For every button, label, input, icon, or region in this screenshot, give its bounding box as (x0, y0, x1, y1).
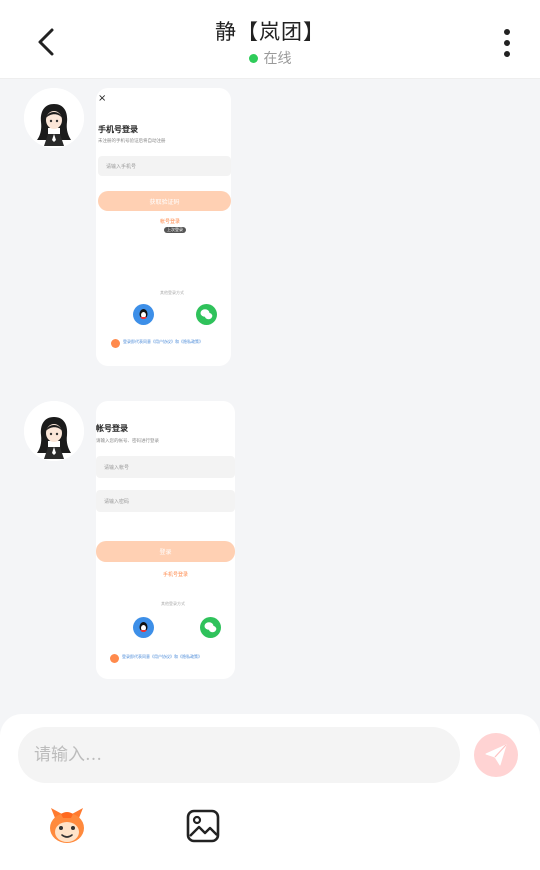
more-button[interactable] (496, 26, 518, 60)
password-input: 请输入密码 (96, 490, 235, 512)
qq-login-icon (133, 617, 154, 638)
shared-screenshot-phone-login[interactable]: × 手机号登录 未注册的手机号验证后将自动注册 请输入手机号 获取验证码 帐号登… (96, 88, 231, 366)
paper-plane-icon (485, 744, 507, 766)
agreement-text: 登录即代表同意《用户协议》和《隐私政策》 (122, 654, 202, 659)
anime-girl-avatar (24, 88, 84, 148)
account-input: 请输入帐号 (96, 456, 235, 478)
online-status: 在线 (0, 48, 540, 68)
anime-girl-avatar (24, 401, 84, 461)
login-button: 登录 (96, 541, 235, 562)
sticker-button[interactable] (47, 806, 87, 846)
sender-avatar[interactable] (24, 88, 84, 148)
more-vertical-icon (504, 29, 510, 57)
phone-input: 请输入手机号 (98, 156, 231, 176)
title-area: 静【岚团】 在线 (0, 16, 540, 68)
get-code-button: 获取验证码 (98, 191, 231, 211)
phone-login-link: 手机号登录 (163, 572, 189, 578)
send-button[interactable] (474, 733, 518, 777)
wechat-login-icon (196, 304, 217, 325)
status-text: 在线 (263, 51, 292, 67)
chat-title: 静【岚团】 (215, 20, 325, 44)
mascot-sticker-icon (50, 808, 84, 843)
login-subtitle: 请输入您的帐号、密码进行登录 (96, 439, 159, 444)
other-login-divider: 其他登录方式 (161, 601, 185, 606)
shared-screenshot-account-login[interactable]: 帐号登录 请输入您的帐号、密码进行登录 请输入帐号 请输入密码 登录 手机号登录… (96, 401, 235, 679)
account-login-link: 帐号登录 (160, 219, 181, 225)
login-heading: 手机号登录 (98, 125, 138, 134)
image-gallery-icon (186, 809, 220, 843)
image-button[interactable] (183, 806, 223, 846)
chat-header: 静【岚团】 在线 (0, 0, 540, 79)
wechat-login-icon (200, 617, 221, 638)
close-icon: × (98, 93, 107, 104)
agreement-check-icon (111, 339, 120, 348)
agreement-check-icon (110, 654, 119, 663)
sender-avatar[interactable] (24, 401, 84, 461)
qq-login-icon (133, 304, 154, 325)
login-heading: 帐号登录 (96, 424, 128, 433)
login-subtitle: 未注册的手机号验证后将自动注册 (98, 139, 166, 144)
agreement-text: 登录即代表同意《用户协议》和《隐私政策》 (123, 339, 203, 344)
composer-bar (0, 714, 540, 870)
last-login-tag: 上次登录 (164, 227, 186, 233)
status-dot (248, 53, 258, 63)
other-login-divider: 其他登录方式 (160, 290, 184, 295)
message-input[interactable] (18, 727, 460, 783)
